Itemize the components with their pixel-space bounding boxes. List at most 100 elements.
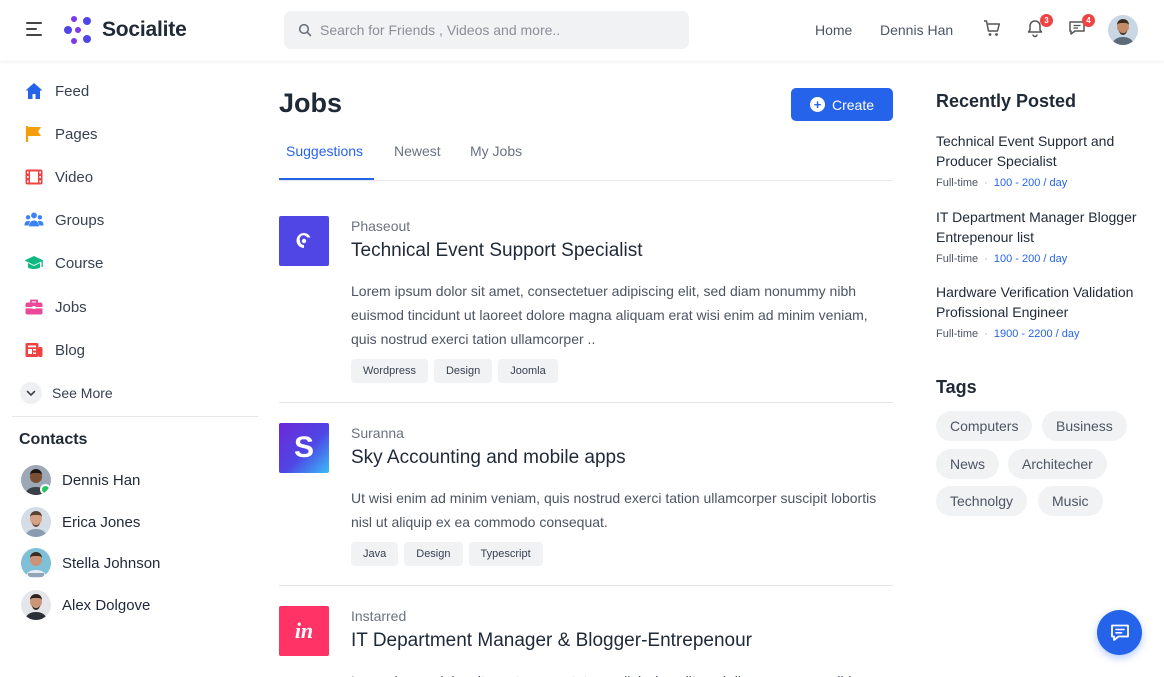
recent-job-title-link[interactable]: IT Department Manager Blogger Entrepenou…	[936, 207, 1164, 247]
recent-job-title-link[interactable]: Technical Event Support and Producer Spe…	[936, 131, 1164, 171]
contact-avatar	[21, 590, 51, 620]
recent-job-meta: Full-time · 100 - 200 / day	[936, 253, 1068, 265]
cart-icon	[984, 20, 1001, 36]
sidebar-item-label: Groups	[55, 211, 105, 229]
job-tags: Java Design Typescript	[351, 542, 543, 566]
active-tab-indicator	[279, 178, 374, 180]
newspaper-icon	[24, 340, 44, 360]
job-title-link[interactable]: Technical Event Support Specialist	[351, 240, 643, 262]
flag-icon	[24, 124, 44, 144]
tag-pill[interactable]: Computers	[936, 411, 1033, 441]
job-description: Lorem ipsum dolor sit amet, consectetuer…	[351, 283, 868, 347]
recent-job-title-link[interactable]: Hardware Verification Validation Profiss…	[936, 282, 1164, 322]
nav-profile-link[interactable]: Dennis Han	[880, 22, 953, 38]
main-content: Jobs + Create Suggestions Newest My Jobs…	[279, 61, 893, 677]
messages-button[interactable]: 4	[1067, 14, 1095, 40]
contact-avatar	[21, 548, 51, 578]
job-card: Phaseout Technical Event Support Special…	[279, 216, 893, 386]
job-description: Lorem ipsum dolor sit amet, consectetuer…	[351, 669, 893, 677]
contact-item[interactable]: Alex Dolgove	[21, 590, 150, 620]
job-type: Full-time	[936, 177, 979, 189]
job-title-link[interactable]: Sky Accounting and mobile apps	[351, 447, 626, 469]
contact-avatar	[21, 465, 51, 495]
notifications-button[interactable]: 3	[1025, 14, 1053, 40]
company-logo[interactable]	[279, 216, 329, 266]
tab-suggestions[interactable]: Suggestions	[286, 143, 363, 159]
sidebar-item-label: Feed	[55, 82, 90, 100]
recent-job-item: IT Department Manager Blogger Entrepenou…	[936, 207, 1164, 265]
phaseout-logo-icon	[296, 233, 311, 248]
page-title: Jobs	[279, 88, 343, 118]
job-pay: 1900 - 2200 / day	[993, 328, 1080, 340]
job-tag[interactable]: Design	[433, 359, 493, 383]
top-header: Socialite Home Dennis Han 3 4	[0, 0, 1164, 61]
right-sidebar: Recently Posted Technical Event Support …	[936, 61, 1164, 677]
company-logo[interactable]: S	[279, 423, 329, 473]
job-description: Ut wisi enim ad minim veniam, quis nostr…	[351, 490, 877, 530]
job-tag[interactable]: Java	[351, 542, 399, 566]
sidebar-item-jobs[interactable]: Jobs	[24, 297, 87, 317]
see-more-button[interactable]: See More	[20, 382, 113, 404]
search-bar[interactable]	[284, 11, 689, 49]
job-tabs: Suggestions Newest My Jobs	[279, 141, 893, 181]
tag-pill[interactable]: Business	[1042, 411, 1127, 441]
tab-my-jobs[interactable]: My Jobs	[470, 143, 522, 159]
brand-logo[interactable]: Socialite	[62, 14, 187, 46]
job-title-link[interactable]: IT Department Manager & Blogger-Entrepen…	[351, 630, 752, 652]
job-tag[interactable]: Typescript	[468, 542, 543, 566]
job-tag[interactable]: Joomla	[498, 359, 558, 383]
sidebar-item-blog[interactable]: Blog	[24, 340, 85, 360]
contact-item[interactable]: Stella Johnson	[21, 548, 160, 578]
search-input[interactable]	[320, 22, 680, 38]
company-name: Phaseout	[351, 218, 411, 234]
sidebar-item-feed[interactable]: Feed	[24, 81, 89, 101]
recent-job-item: Technical Event Support and Producer Spe…	[936, 131, 1164, 189]
tag-pill[interactable]: Music	[1038, 486, 1103, 516]
company-name: Suranna	[351, 425, 404, 441]
sidebar-item-label: Pages	[55, 125, 98, 143]
chat-button[interactable]	[1097, 610, 1142, 655]
job-type: Full-time	[936, 253, 979, 265]
sidebar-item-label: Video	[55, 168, 94, 186]
job-tag[interactable]: Design	[404, 542, 463, 566]
job-pay: 100 - 200 / day	[993, 253, 1068, 265]
notifications-badge: 3	[1040, 14, 1053, 27]
tag-pill[interactable]: News	[936, 449, 1000, 479]
contact-name: Erica Jones	[62, 513, 141, 531]
sidebar-item-groups[interactable]: Groups	[24, 210, 104, 230]
sidebar-item-label: Course	[55, 254, 104, 272]
tab-newest[interactable]: Newest	[394, 143, 441, 159]
contact-name: Stella Johnson	[62, 554, 161, 572]
create-button-label: Create	[831, 96, 875, 113]
briefcase-icon	[24, 297, 44, 317]
sidebar-item-pages[interactable]: Pages	[24, 124, 98, 144]
plus-icon: +	[809, 97, 825, 112]
recently-posted-title: Recently Posted	[936, 91, 1077, 111]
suranna-logo-letter: S	[293, 431, 314, 464]
sidebar-item-video[interactable]: Video	[24, 167, 93, 187]
film-icon	[24, 167, 44, 187]
instarred-logo-letters: in	[294, 618, 314, 643]
logo-icon	[64, 16, 91, 44]
job-tag[interactable]: Wordpress	[351, 359, 428, 383]
company-logo[interactable]: in	[279, 606, 329, 656]
cart-button[interactable]	[982, 18, 1004, 40]
company-name: Instarred	[351, 608, 407, 624]
messages-badge: 4	[1082, 14, 1095, 27]
contact-item[interactable]: Erica Jones	[21, 507, 140, 537]
user-avatar[interactable]	[1108, 15, 1138, 45]
create-button[interactable]: + Create	[791, 88, 893, 121]
tag-pill[interactable]: Technolgy	[936, 486, 1028, 516]
job-pay: 100 - 200 / day	[993, 177, 1068, 189]
contact-item[interactable]: Dennis Han	[21, 465, 140, 495]
tag-pill[interactable]: Architecher	[1008, 449, 1107, 479]
see-more-label: See More	[52, 385, 113, 401]
nav-home-link[interactable]: Home	[815, 22, 852, 38]
avatar-icon	[1108, 15, 1138, 45]
job-card: S Suranna Sky Accounting and mobile apps…	[279, 423, 893, 568]
online-status-indicator	[40, 484, 51, 495]
contact-name: Dennis Han	[62, 471, 141, 489]
sidebar-item-course[interactable]: Course	[24, 253, 103, 273]
sidebar-item-label: Jobs	[55, 298, 87, 316]
menu-icon[interactable]	[26, 22, 44, 38]
